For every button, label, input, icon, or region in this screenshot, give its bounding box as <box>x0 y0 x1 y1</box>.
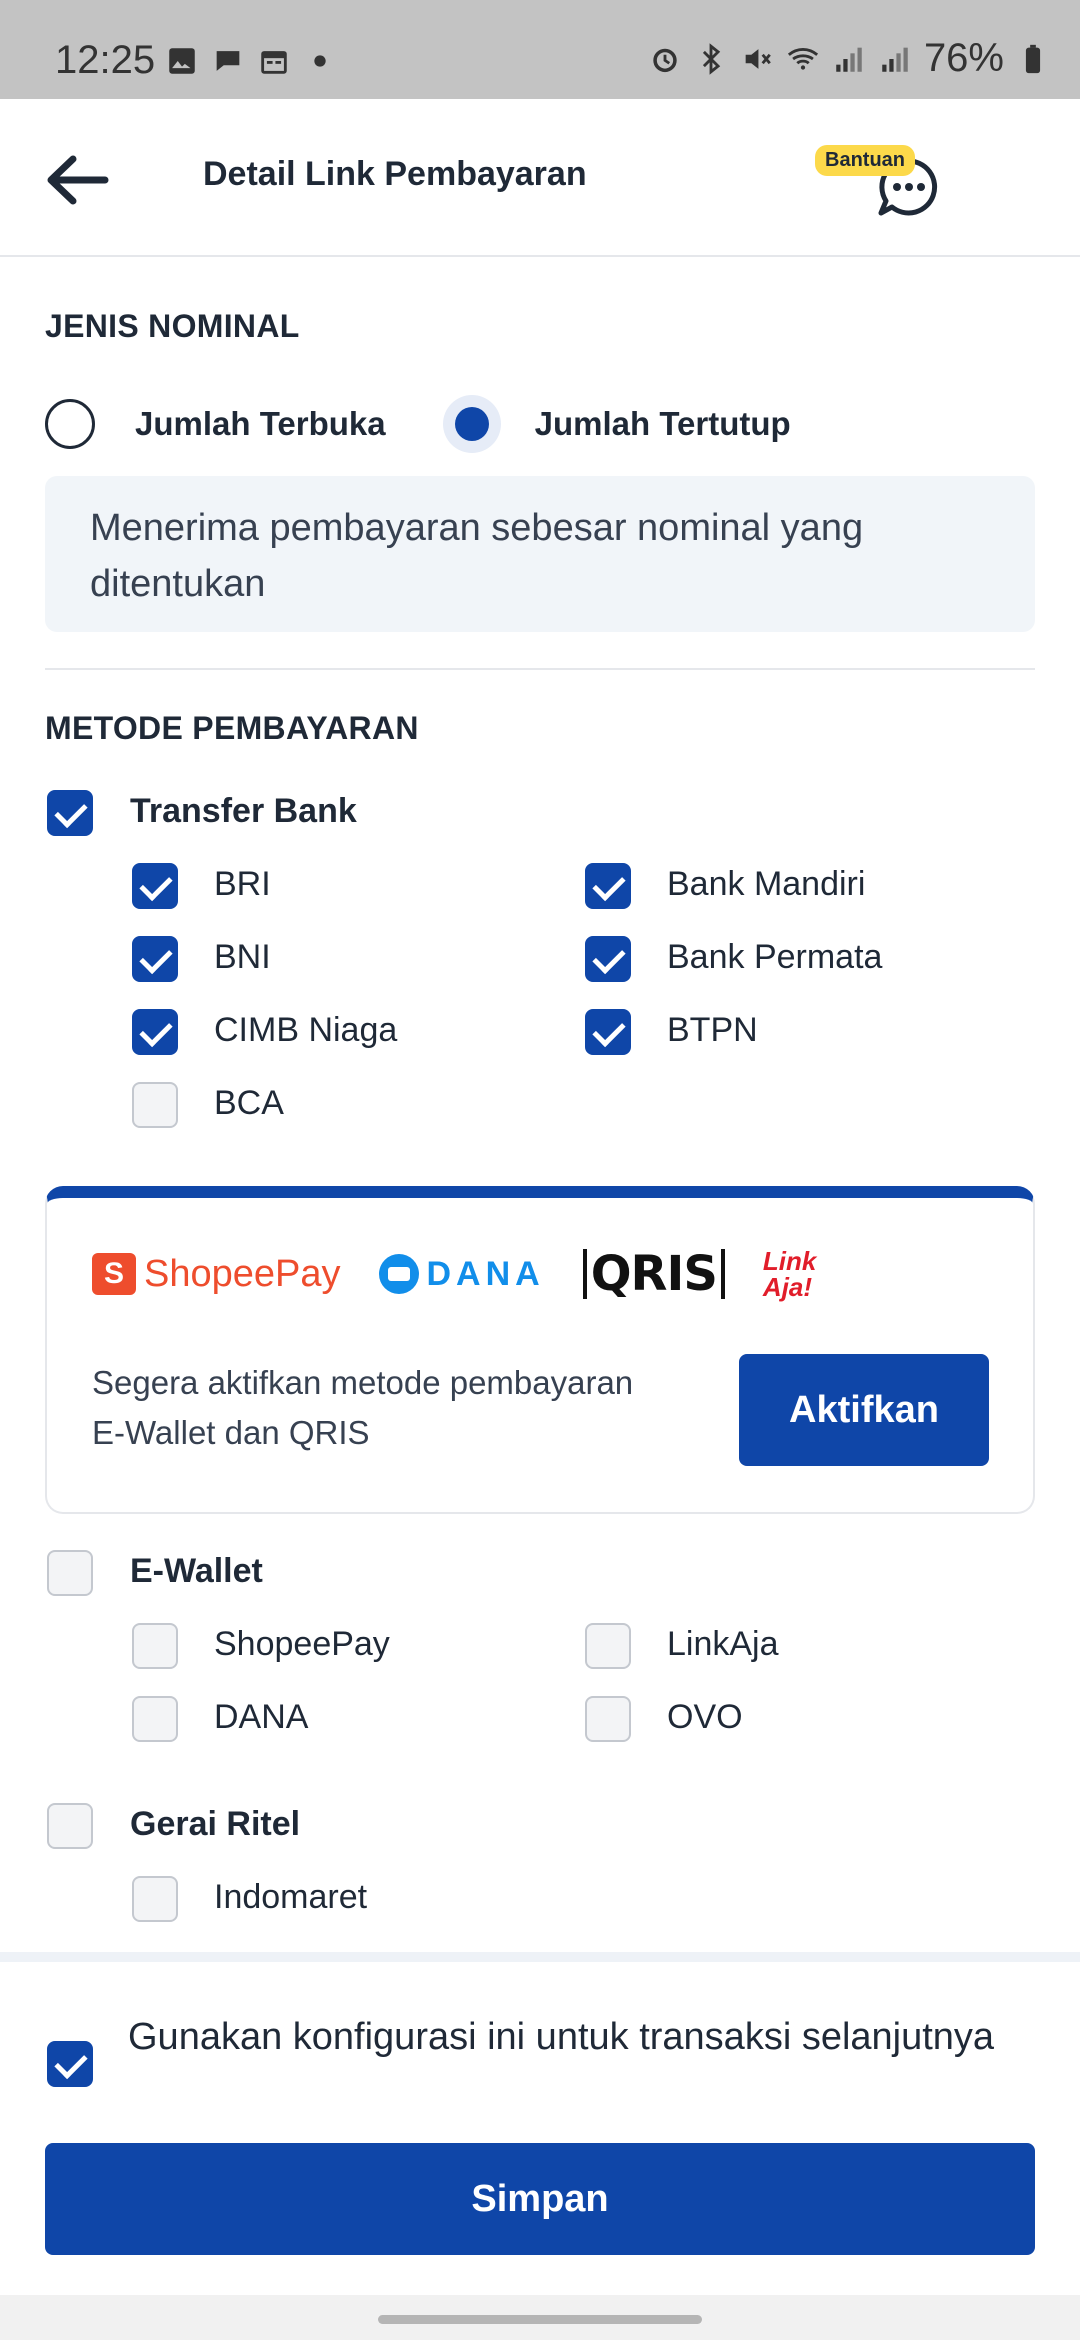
arrow-left-icon <box>47 155 109 205</box>
checkbox-bri[interactable] <box>132 863 178 909</box>
ewallet-promo-card: S ShopeePay DANA QRIS Link Aja! Segera a… <box>45 1186 1035 1514</box>
page-title: Detail Link Pembayaran <box>203 155 587 193</box>
system-nav-bar <box>0 2295 1080 2340</box>
image-icon <box>169 48 195 74</box>
divider <box>45 668 1035 670</box>
label-ovo[interactable]: OVO <box>667 1698 743 1737</box>
label-cimb-niaga[interactable]: CIMB Niaga <box>214 1011 397 1050</box>
radio-jumlah-tertutup[interactable] <box>442 395 501 453</box>
payment-logos: S ShopeePay DANA QRIS Link Aja! <box>92 1248 833 1300</box>
shopeepay-logo: S ShopeePay <box>92 1253 341 1296</box>
checkbox-save-config[interactable] <box>47 2041 93 2087</box>
label-bri[interactable]: BRI <box>214 865 271 904</box>
nominal-description: Menerima pembayaran sebesar nominal yang… <box>45 476 1035 632</box>
help-badge: Bantuan <box>815 145 915 176</box>
label-linkaja[interactable]: LinkAja <box>667 1625 779 1664</box>
linkaja-logo: Link Aja! <box>762 1246 817 1302</box>
radio-label-jumlah-terbuka[interactable]: Jumlah Terbuka <box>135 405 386 443</box>
label-bni[interactable]: BNI <box>214 938 271 977</box>
checkbox-bni[interactable] <box>132 936 178 982</box>
checkbox-gerai-ritel[interactable] <box>47 1803 93 1849</box>
payment-section-title: METODE PEMBAYARAN <box>45 710 419 746</box>
label-indomaret[interactable]: Indomaret <box>214 1878 367 1917</box>
nominal-section-title: JENIS NOMINAL <box>45 308 300 344</box>
checkbox-ewallet[interactable] <box>47 1550 93 1596</box>
signal-icon <box>882 47 908 72</box>
status-left-icons <box>165 44 337 78</box>
aktifkan-button[interactable]: Aktifkan <box>739 1354 989 1466</box>
checkbox-indomaret[interactable] <box>132 1876 178 1922</box>
label-bca[interactable]: BCA <box>214 1084 284 1123</box>
checkbox-ovo[interactable] <box>585 1696 631 1742</box>
label-transfer-bank[interactable]: Transfer Bank <box>130 792 357 831</box>
label-dana[interactable]: DANA <box>214 1698 308 1737</box>
status-bar: 12:25 76% <box>0 0 1080 99</box>
label-gerai-ritel[interactable]: Gerai Ritel <box>130 1805 300 1844</box>
label-bank-mandiri[interactable]: Bank Mandiri <box>667 865 865 904</box>
label-save-config[interactable]: Gunakan konfigurasi ini untuk transaksi … <box>128 2008 1008 2066</box>
label-bank-permata[interactable]: Bank Permata <box>667 938 882 977</box>
bottom-separator <box>0 1952 1080 1962</box>
battery-icon <box>1025 44 1041 73</box>
back-button[interactable] <box>40 143 114 217</box>
checkbox-bank-permata[interactable] <box>585 936 631 982</box>
label-btpn[interactable]: BTPN <box>667 1011 758 1050</box>
radio-label-jumlah-tertutup[interactable]: Jumlah Tertutup <box>535 405 791 443</box>
checkbox-bank-mandiri[interactable] <box>585 863 631 909</box>
dana-logo: DANA <box>378 1254 545 1294</box>
radio-group-nominal: Jumlah Terbuka Jumlah Tertutup <box>45 395 791 453</box>
signal-icon <box>836 47 862 72</box>
checkbox-btpn[interactable] <box>585 1009 631 1055</box>
dot-icon <box>314 55 326 67</box>
checkbox-linkaja[interactable] <box>585 1623 631 1669</box>
dana-wallet-icon <box>378 1254 419 1294</box>
label-ewallet[interactable]: E-Wallet <box>130 1552 263 1591</box>
status-right-icons: 76% <box>648 36 1050 81</box>
chat-bubble-icon <box>216 51 240 71</box>
shopee-bag-icon: S <box>92 1253 136 1295</box>
checkbox-transfer-bank[interactable] <box>47 790 93 836</box>
bluetooth-icon <box>702 42 721 75</box>
alarm-icon <box>653 48 677 72</box>
promo-text: Segera aktifkan metode pembayaran E-Wall… <box>92 1364 634 1451</box>
wifi-icon <box>787 47 819 70</box>
mute-icon <box>745 48 771 69</box>
radio-jumlah-terbuka[interactable] <box>45 399 95 449</box>
checkbox-dana[interactable] <box>132 1696 178 1742</box>
save-button[interactable]: Simpan <box>45 2143 1035 2255</box>
checkbox-cimb-niaga[interactable] <box>132 1009 178 1055</box>
home-gesture-handle[interactable] <box>378 2315 702 2324</box>
label-shopeepay[interactable]: ShopeePay <box>214 1625 390 1664</box>
checkbox-shopeepay[interactable] <box>132 1623 178 1669</box>
app-header: Detail Link Pembayaran Bantuan <box>0 99 1080 257</box>
checkbox-bca[interactable] <box>132 1082 178 1128</box>
qris-logo: QRIS <box>582 1249 725 1299</box>
status-time: 12:25 <box>55 38 156 82</box>
battery-percent: 76% <box>923 36 1004 80</box>
help-button[interactable]: Bantuan <box>815 145 945 225</box>
calendar-icon <box>261 51 287 74</box>
